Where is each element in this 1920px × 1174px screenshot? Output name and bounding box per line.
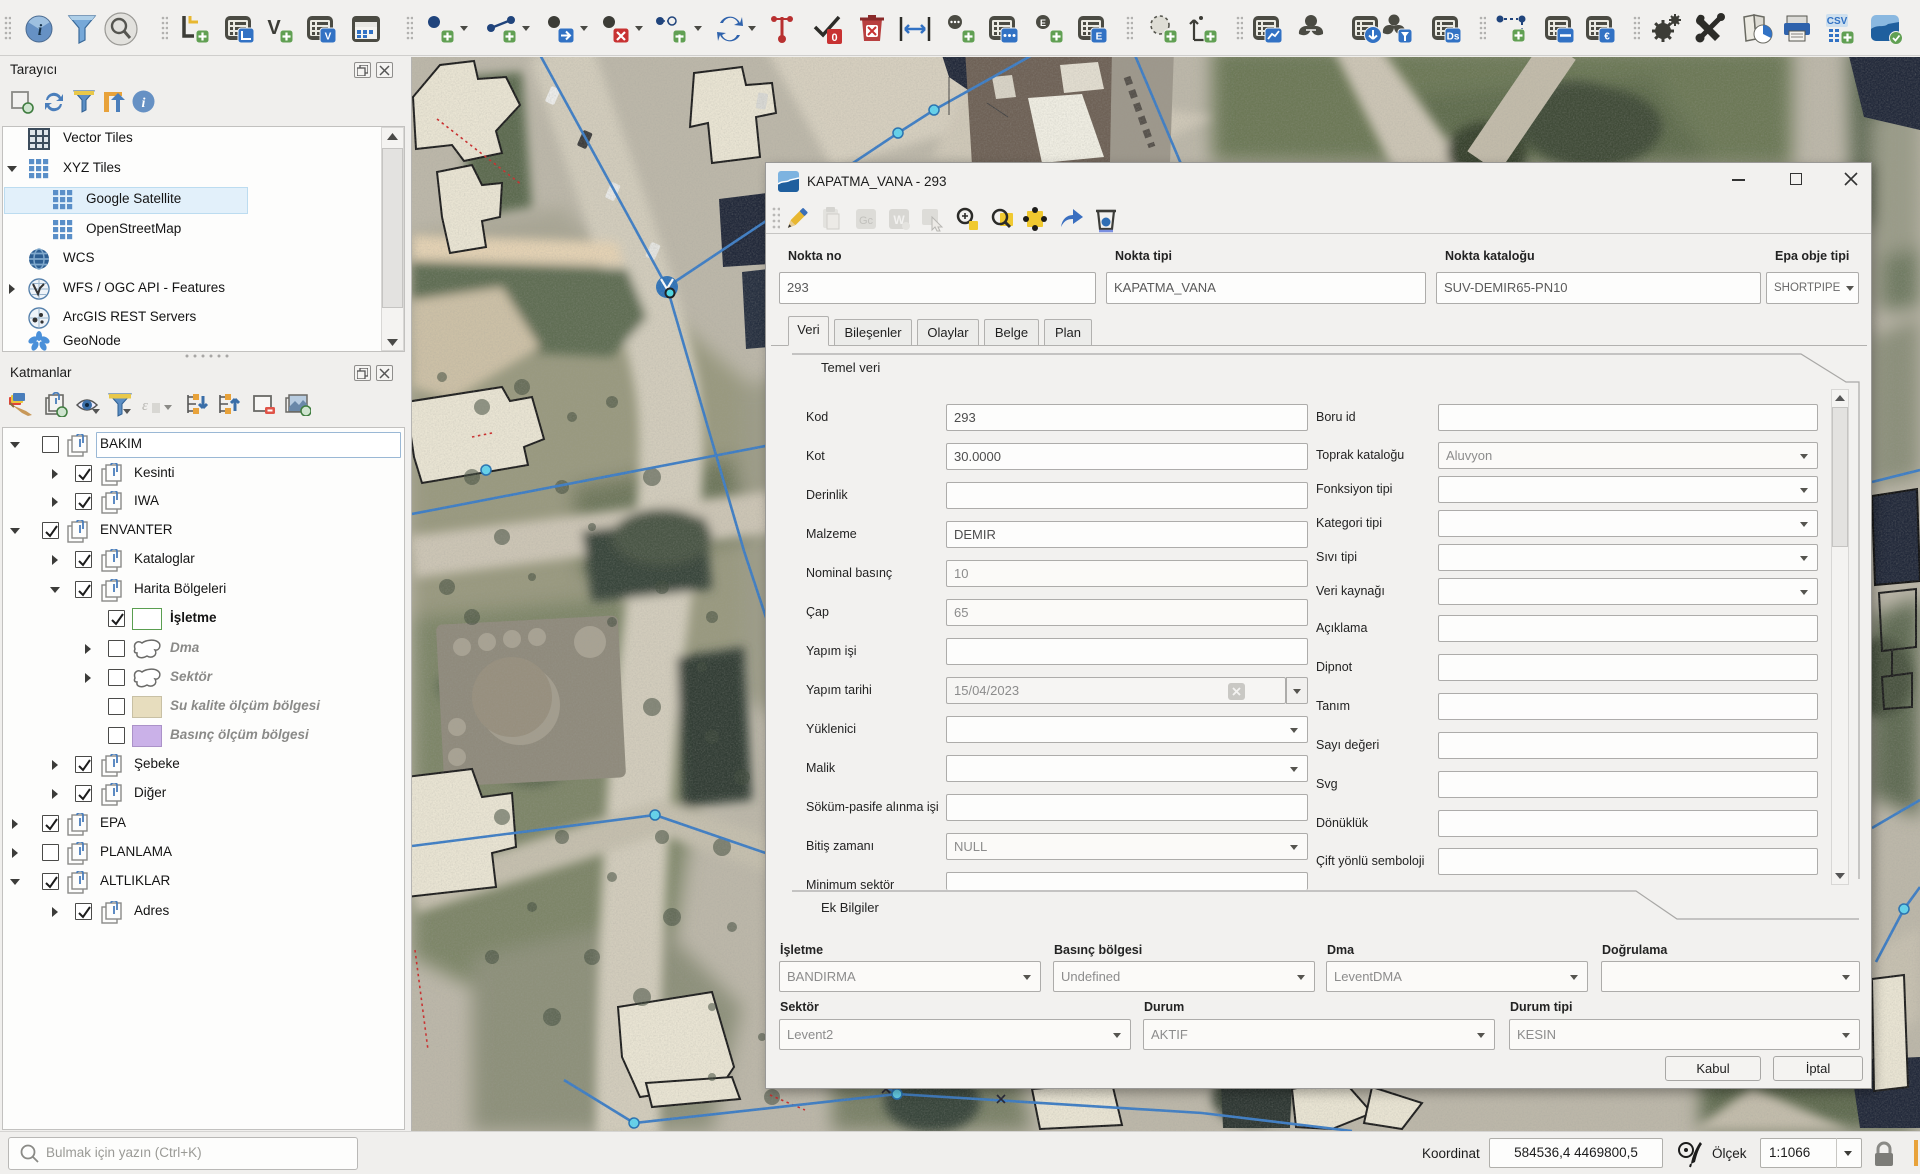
svg-text:ε: ε bbox=[142, 398, 148, 414]
svg-text:E: E bbox=[1040, 18, 1046, 28]
svg-text:0: 0 bbox=[831, 32, 837, 44]
svg-text:Ds: Ds bbox=[1447, 32, 1460, 43]
svg-text:V: V bbox=[325, 32, 332, 43]
svg-text:i: i bbox=[142, 96, 146, 111]
svg-text:€: € bbox=[1604, 32, 1610, 43]
svg-text:i: i bbox=[38, 22, 43, 39]
svg-text:V: V bbox=[267, 17, 281, 39]
svg-text:CSV: CSV bbox=[1827, 16, 1848, 27]
svg-text:E: E bbox=[1096, 32, 1103, 43]
